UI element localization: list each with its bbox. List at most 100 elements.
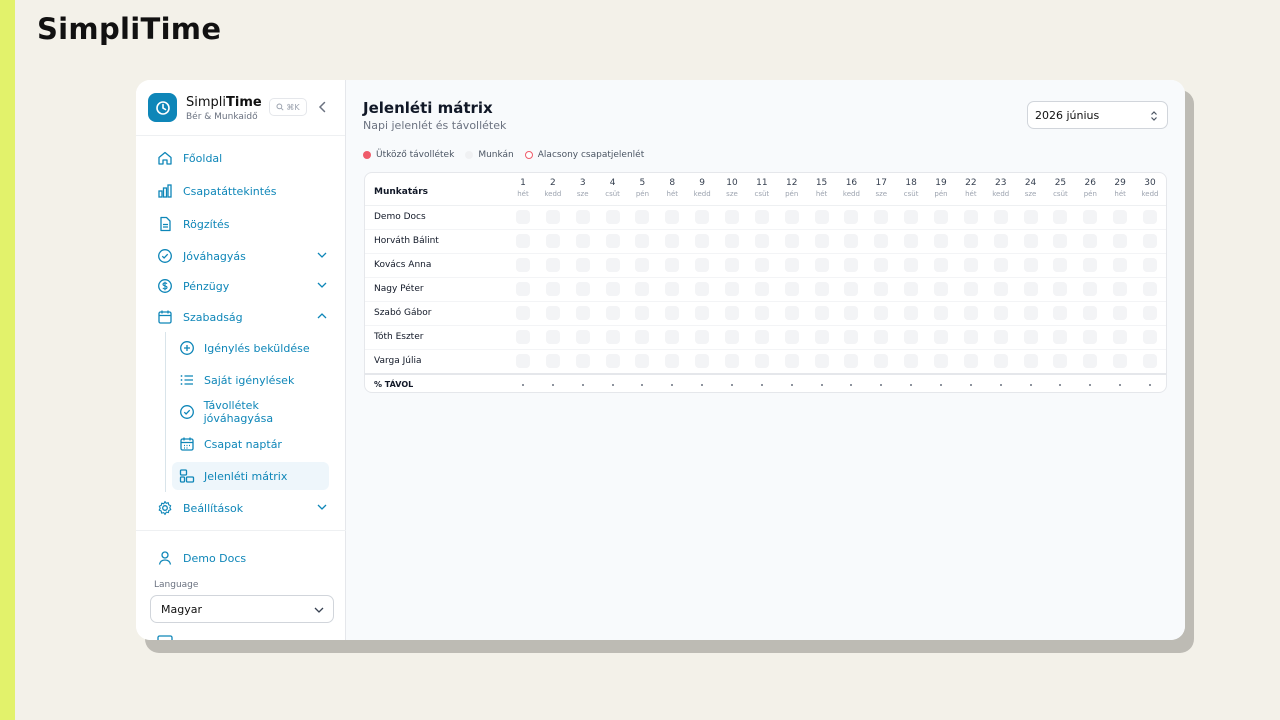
attendance-cell[interactable]: [635, 306, 650, 320]
attendance-cell[interactable]: [605, 210, 620, 224]
attendance-cell[interactable]: [575, 210, 590, 224]
attendance-cell[interactable]: [1053, 330, 1068, 344]
attendance-cell[interactable]: [695, 258, 710, 272]
attendance-cell[interactable]: [1053, 234, 1068, 248]
attendance-cell[interactable]: [784, 282, 799, 296]
attendance-cell[interactable]: [1053, 210, 1068, 224]
attendance-cell[interactable]: [545, 210, 560, 224]
attendance-cell[interactable]: [1053, 258, 1068, 272]
attendance-cell[interactable]: [963, 306, 978, 320]
sidebar-subitem-csapat-naptar[interactable]: Csapat naptár: [172, 430, 329, 458]
attendance-cell[interactable]: [1083, 354, 1098, 368]
attendance-cell[interactable]: [874, 258, 889, 272]
attendance-cell[interactable]: [665, 234, 680, 248]
attendance-cell[interactable]: [963, 258, 978, 272]
attendance-cell[interactable]: [934, 306, 948, 320]
attendance-cell[interactable]: [874, 282, 889, 296]
attendance-cell[interactable]: [1143, 282, 1157, 296]
attendance-cell[interactable]: [844, 330, 859, 344]
attendance-cell[interactable]: [575, 258, 590, 272]
attendance-cell[interactable]: [545, 234, 560, 248]
attendance-cell[interactable]: [904, 306, 919, 320]
attendance-cell[interactable]: [516, 330, 530, 344]
attendance-cell[interactable]: [725, 306, 739, 320]
search-shortcut-button[interactable]: ⌘K: [269, 98, 307, 116]
attendance-cell[interactable]: [1113, 210, 1128, 224]
attendance-cell[interactable]: [1143, 354, 1157, 368]
attendance-cell[interactable]: [784, 306, 799, 320]
attendance-cell[interactable]: [874, 330, 889, 344]
attendance-cell[interactable]: [665, 306, 680, 320]
attendance-cell[interactable]: [1023, 210, 1038, 224]
collapse-sidebar-button[interactable]: [316, 100, 328, 114]
attendance-cell[interactable]: [844, 258, 859, 272]
sidebar-item-csapatattekintes[interactable]: Csapatáttekintés: [156, 180, 328, 202]
attendance-cell[interactable]: [1113, 306, 1128, 320]
attendance-cell[interactable]: [874, 306, 889, 320]
attendance-cell[interactable]: [814, 258, 829, 272]
attendance-cell[interactable]: [695, 282, 710, 296]
attendance-cell[interactable]: [754, 330, 769, 344]
attendance-cell[interactable]: [575, 306, 590, 320]
attendance-cell[interactable]: [814, 354, 829, 368]
attendance-cell[interactable]: [1143, 210, 1157, 224]
attendance-cell[interactable]: [695, 330, 710, 344]
attendance-cell[interactable]: [1143, 330, 1157, 344]
attendance-cell[interactable]: [695, 306, 710, 320]
attendance-cell[interactable]: [545, 354, 560, 368]
attendance-cell[interactable]: [665, 258, 680, 272]
attendance-cell[interactable]: [784, 354, 799, 368]
attendance-cell[interactable]: [963, 330, 978, 344]
attendance-cell[interactable]: [695, 354, 710, 368]
attendance-cell[interactable]: [725, 330, 739, 344]
attendance-cell[interactable]: [725, 234, 739, 248]
attendance-cell[interactable]: [635, 282, 650, 296]
attendance-cell[interactable]: [934, 258, 948, 272]
attendance-cell[interactable]: [844, 306, 859, 320]
attendance-cell[interactable]: [575, 282, 590, 296]
sidebar-subitem-jelenleti-matrix[interactable]: Jelenléti mátrix: [172, 462, 329, 490]
attendance-cell[interactable]: [516, 258, 530, 272]
attendance-cell[interactable]: [904, 234, 919, 248]
attendance-cell[interactable]: [1083, 234, 1098, 248]
attendance-cell[interactable]: [605, 234, 620, 248]
attendance-cell[interactable]: [963, 234, 978, 248]
attendance-cell[interactable]: [1113, 330, 1128, 344]
attendance-cell[interactable]: [605, 306, 620, 320]
attendance-cell[interactable]: [665, 210, 680, 224]
attendance-cell[interactable]: [963, 210, 978, 224]
attendance-cell[interactable]: [725, 210, 739, 224]
attendance-cell[interactable]: [754, 234, 769, 248]
attendance-cell[interactable]: [784, 330, 799, 344]
attendance-cell[interactable]: [575, 354, 590, 368]
attendance-cell[interactable]: [1023, 330, 1038, 344]
attendance-cell[interactable]: [605, 354, 620, 368]
logo-icon[interactable]: [148, 93, 177, 122]
attendance-cell[interactable]: [934, 330, 948, 344]
attendance-cell[interactable]: [1113, 258, 1128, 272]
attendance-cell[interactable]: [1143, 234, 1157, 248]
attendance-cell[interactable]: [545, 330, 560, 344]
attendance-cell[interactable]: [1023, 234, 1038, 248]
sidebar-subitem-igenyles-bekuldese[interactable]: Igénylés beküldése: [172, 334, 329, 362]
attendance-cell[interactable]: [754, 258, 769, 272]
attendance-cell[interactable]: [1113, 234, 1128, 248]
attendance-cell[interactable]: [993, 210, 1008, 224]
attendance-cell[interactable]: [575, 234, 590, 248]
attendance-cell[interactable]: [814, 306, 829, 320]
attendance-cell[interactable]: [993, 258, 1008, 272]
attendance-cell[interactable]: [874, 354, 889, 368]
attendance-cell[interactable]: [635, 258, 650, 272]
attendance-cell[interactable]: [665, 282, 680, 296]
sidebar-item-rogzites[interactable]: Rögzítés: [156, 213, 328, 235]
attendance-cell[interactable]: [725, 258, 739, 272]
sidebar-item-penzugy[interactable]: Pénzügy: [156, 275, 328, 297]
attendance-cell[interactable]: [963, 354, 978, 368]
sidebar-item-fooldal[interactable]: Főoldal: [156, 147, 328, 169]
attendance-cell[interactable]: [993, 306, 1008, 320]
attendance-cell[interactable]: [904, 210, 919, 224]
language-select[interactable]: Magyar: [150, 595, 334, 623]
attendance-cell[interactable]: [993, 234, 1008, 248]
attendance-cell[interactable]: [784, 210, 799, 224]
attendance-cell[interactable]: [516, 210, 530, 224]
